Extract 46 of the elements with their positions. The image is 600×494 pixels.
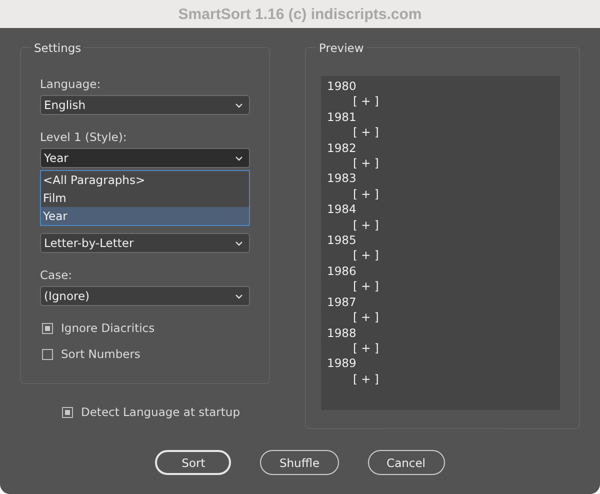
chevron-icon: [235, 156, 243, 160]
preview-line: [ + ]: [352, 248, 380, 264]
dropdown[interactable]: English: [40, 95, 250, 115]
preview-line: 1988: [327, 326, 358, 341]
preview-line: [ + ]: [352, 218, 380, 234]
preview-line: 1983: [327, 171, 358, 187]
field-label: Language:: [40, 77, 102, 91]
preview-line: 1986: [327, 264, 358, 280]
field-label: Level 1 (Style):: [40, 130, 128, 144]
chevron-icon: [235, 102, 243, 108]
settings-legend: Settings: [31, 41, 84, 55]
preview-line: [ + ]: [352, 156, 380, 172]
preview-line: [ + ]: [352, 94, 380, 110]
preview-line: 1981: [327, 110, 358, 126]
dropdown[interactable]: Year: [40, 148, 250, 168]
preview-legend: Preview: [316, 41, 367, 55]
cancel-button[interactable]: Cancel: [368, 450, 445, 475]
dropdown-option[interactable]: Film: [41, 189, 249, 207]
preview-line: [ + ]: [352, 372, 380, 388]
preview-line: [ + ]: [352, 279, 380, 295]
checkbox[interactable]: [42, 348, 53, 360]
preview-line: 1984: [327, 202, 358, 218]
field-label: Case:: [40, 268, 74, 282]
checkbox-label: Detect Language at startup: [81, 405, 240, 419]
checkbox[interactable]: [42, 322, 53, 334]
sort-button[interactable]: Sort: [155, 450, 232, 475]
dropdown-option[interactable]: <All Paragraphs>: [41, 171, 249, 189]
preview-line: [ + ]: [352, 310, 380, 326]
preview-line: 1980: [327, 79, 358, 94]
dropdown[interactable]: (Ignore): [40, 286, 250, 306]
shuffle-button[interactable]: Shuffle: [260, 450, 339, 475]
checkbox-label: Ignore Diacritics: [61, 321, 155, 335]
dropdown-option[interactable]: Year: [41, 207, 249, 225]
preview-line: 1987: [327, 294, 358, 310]
preview-line: [ + ]: [352, 340, 380, 356]
chevron-icon: [235, 240, 243, 246]
checkbox[interactable]: [62, 406, 73, 418]
preview-line: [ + ]: [352, 186, 380, 202]
checkbox-label: Sort Numbers: [61, 347, 140, 361]
dropdown[interactable]: Letter-by-Letter: [40, 233, 250, 253]
preview-line: [ + ]: [352, 125, 380, 141]
preview-line: 1989: [327, 356, 358, 372]
preview-line: 1982: [327, 140, 358, 156]
preview-line: 1985: [327, 233, 358, 248]
window-title: SmartSort 1.16 (c) indiscripts.com: [178, 6, 422, 22]
chevron-icon: [235, 294, 243, 298]
